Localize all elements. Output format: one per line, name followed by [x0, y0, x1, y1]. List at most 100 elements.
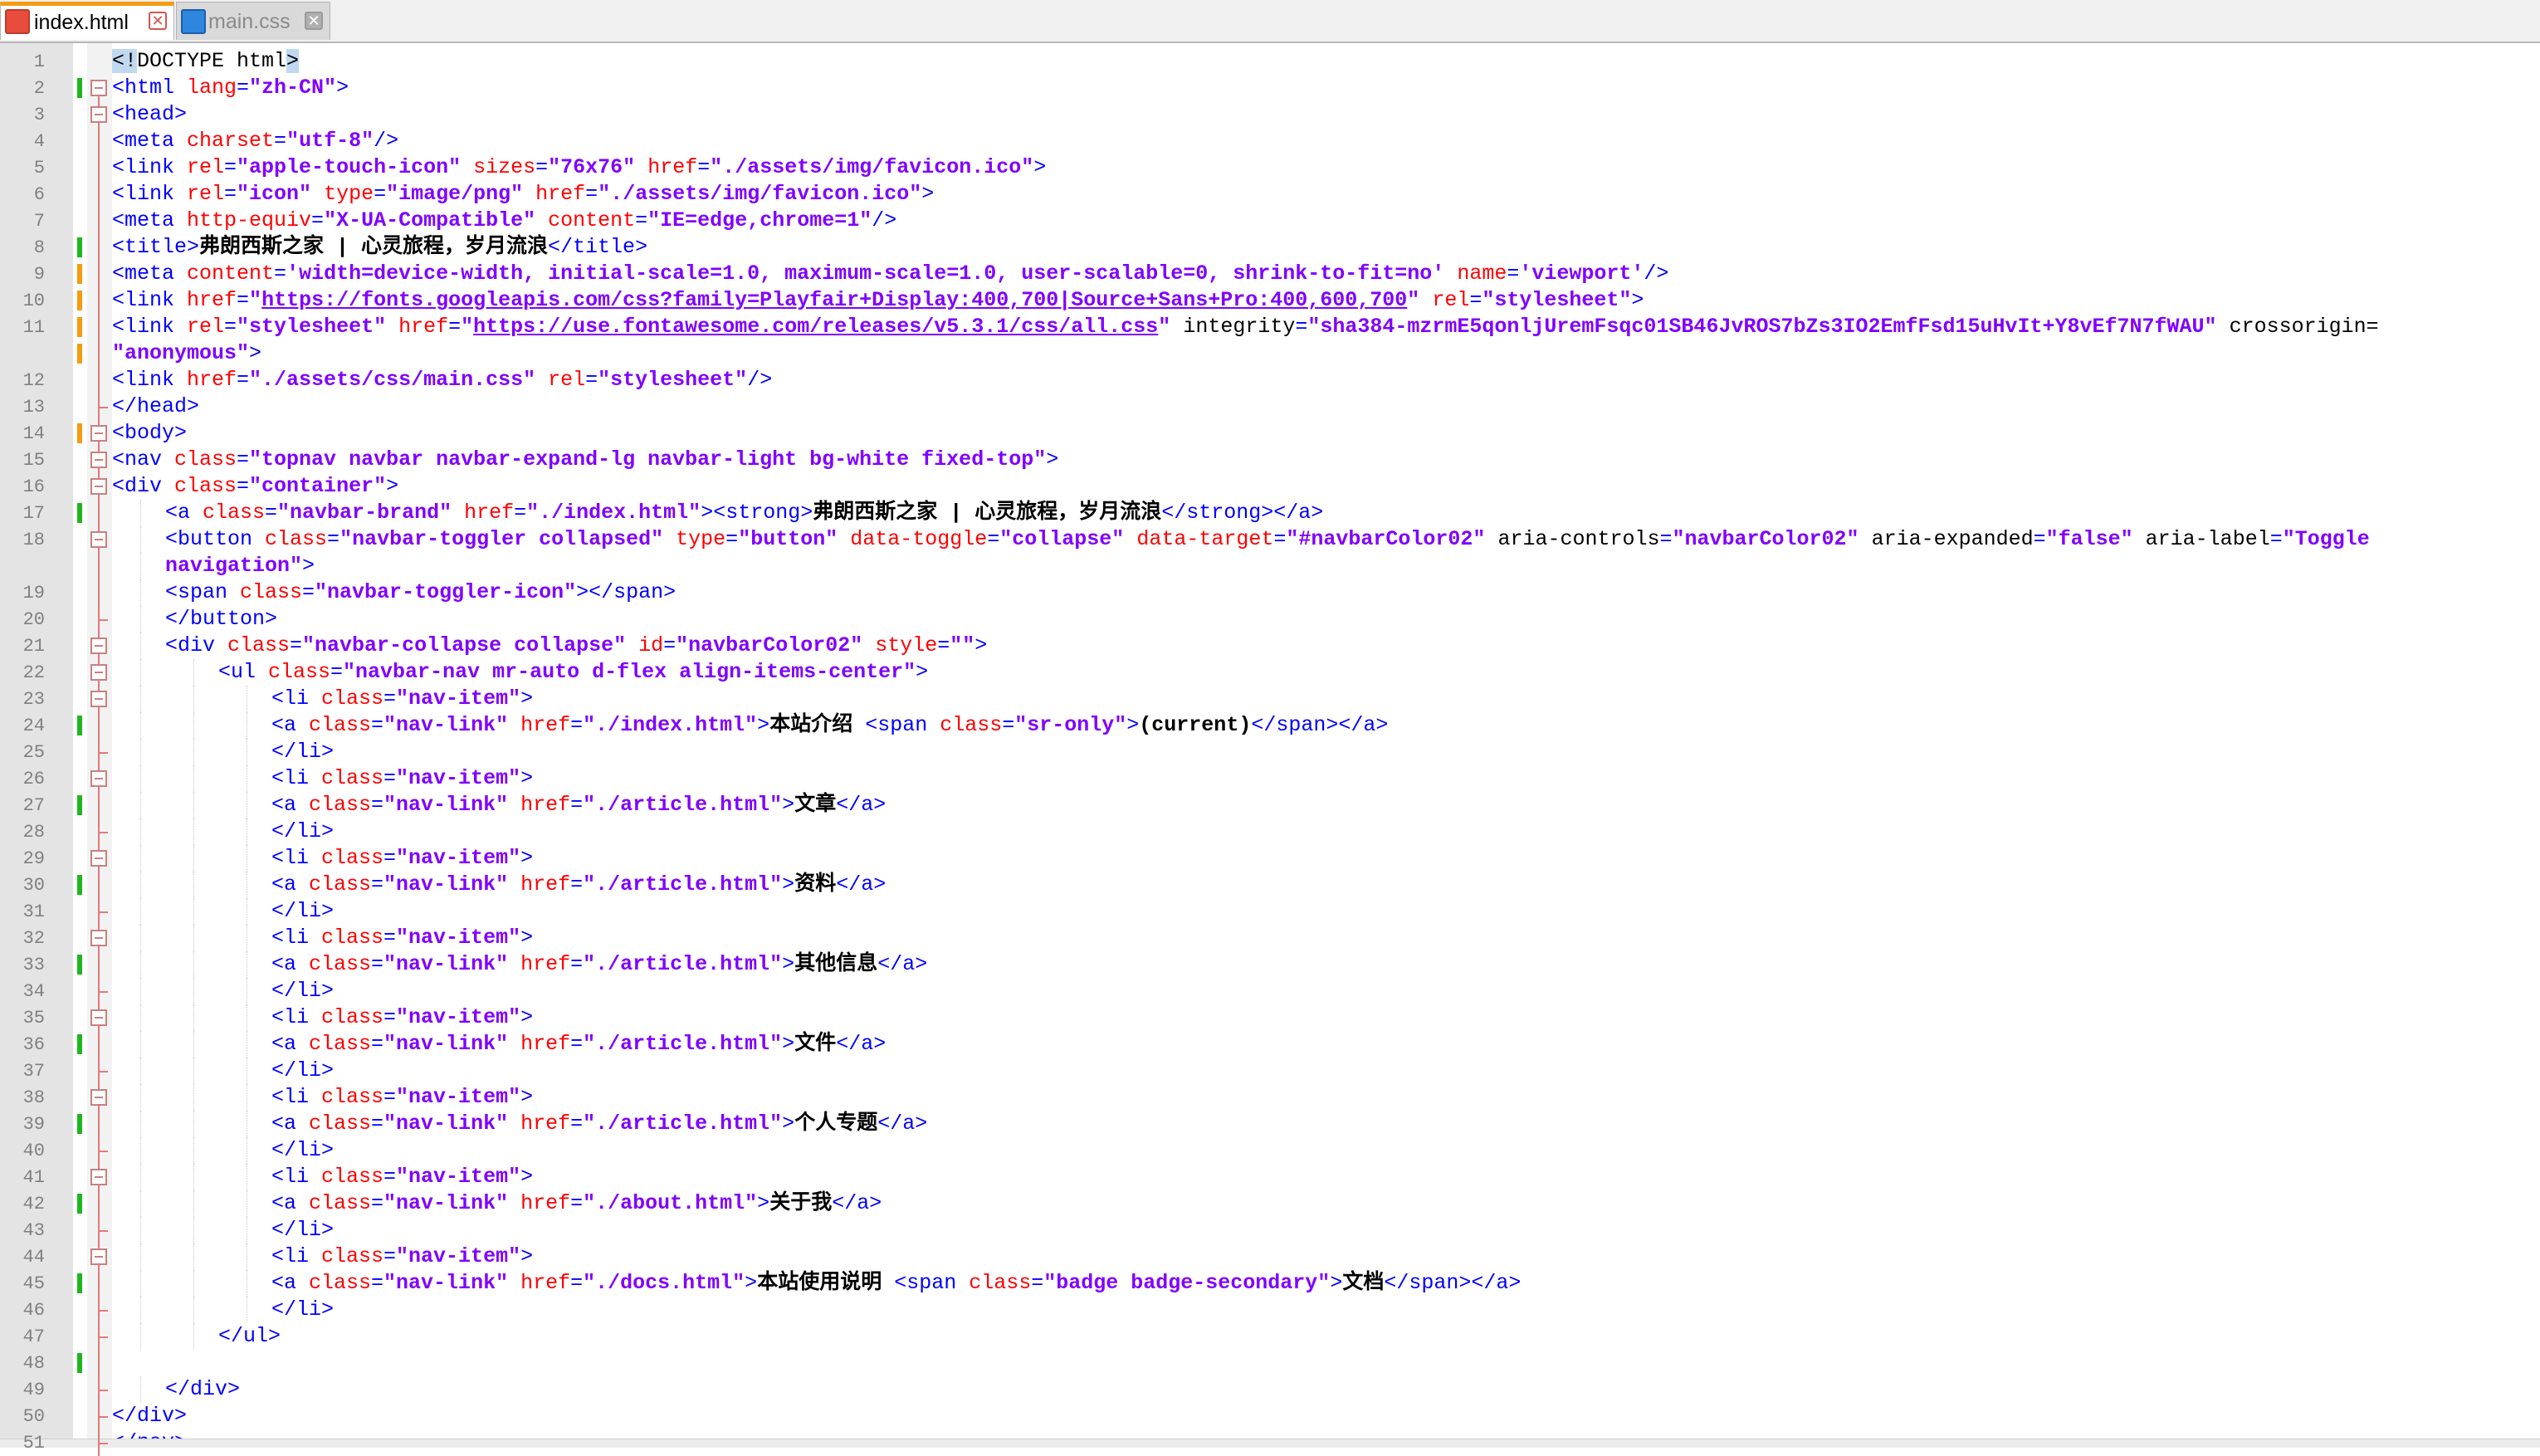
code-line[interactable]: <nav class="topnav navbar navbar-expand-… [112, 447, 2519, 473]
tag-token [508, 1112, 520, 1136]
code-line[interactable]: <span class="navbar-toggler-icon"></span… [112, 579, 2540, 606]
code-line[interactable]: <meta content='width=device-width, initi… [112, 261, 2519, 287]
fold-toggle-icon[interactable] [90, 638, 107, 654]
fold-toggle-icon[interactable] [90, 850, 107, 867]
fold-toggle-icon[interactable] [90, 106, 107, 123]
tag-token: = [1469, 288, 1482, 312]
fold-toggle-icon[interactable] [90, 1169, 107, 1185]
code-line[interactable]: <div class="navbar-collapse collapse" id… [112, 633, 2540, 659]
tab-main-css[interactable]: main.css ✕ [176, 2, 330, 40]
indent-guide [193, 712, 194, 739]
code-line[interactable]: <head> [112, 101, 2519, 128]
attribute-token: href [187, 288, 237, 312]
code-line[interactable]: <li class="nav-item"> [112, 925, 2540, 951]
fold-toggle-icon[interactable] [90, 531, 107, 548]
code-line[interactable]: </ul> [112, 1323, 2540, 1350]
code-editor[interactable]: <!DOCTYPE html> <html lang="zh-CN"> <head>… [0, 43, 2540, 1456]
code-line[interactable]: <div class="container"> [112, 473, 2519, 500]
code-line[interactable]: <meta http-equiv="X-UA-Compatible" conte… [112, 208, 2519, 234]
code-line[interactable]: <a class="navbar-brand" href="./index.ht… [112, 500, 2540, 526]
fold-margin[interactable] [87, 43, 112, 1448]
code-line[interactable]: <a class="nav-link" href="./article.html… [112, 872, 2540, 898]
code-line[interactable]: </li> [112, 1137, 2540, 1164]
url-token[interactable]: https://use.fontawesome.com/releases/v5.… [473, 315, 1158, 339]
code-line[interactable]: </li> [112, 1297, 2540, 1323]
code-line[interactable]: <a class="nav-link" href="./docs.html">本… [112, 1270, 2540, 1297]
code-line[interactable]: </head> [112, 393, 2519, 420]
code-line[interactable]: <title>弗朗西斯之家 | 心灵旅程，岁月流浪</title> [112, 234, 2519, 261]
line-number: 12 [22, 370, 45, 391]
fold-toggle-icon[interactable] [90, 425, 107, 442]
code-line[interactable]: <body> [112, 420, 2519, 447]
code-line[interactable]: <li class="nav-item"> [112, 765, 2540, 792]
code-line[interactable]: <li class="nav-item"> [112, 845, 2540, 872]
code-line[interactable]: <li class="nav-item"> [112, 1084, 2540, 1111]
tab-index-html[interactable]: index.html ✕ [0, 2, 174, 40]
value-token: "./article.html" [583, 872, 783, 897]
line-number: 10 [22, 291, 45, 311]
value-token: "sr-only" [1014, 713, 1127, 737]
fold-toggle-icon[interactable] [90, 1009, 107, 1026]
line-number: 37 [22, 1061, 45, 1082]
fold-toggle-icon[interactable] [90, 452, 107, 468]
fold-toggle-icon[interactable] [90, 478, 107, 495]
code-line[interactable]: </li> [112, 978, 2540, 1004]
fold-toggle-icon[interactable] [90, 80, 107, 96]
tag-token: <title> [112, 235, 200, 259]
code-line[interactable]: <link rel="stylesheet" href="https://use… [112, 314, 2519, 340]
code-line[interactable]: </li> [112, 739, 2540, 765]
code-line[interactable]: <link href="https://fonts.googleapis.com… [112, 287, 2519, 314]
fold-toggle-icon[interactable] [90, 664, 107, 681]
code-line[interactable]: <ul class="navbar-nav mr-auto d-flex ali… [112, 659, 2540, 686]
fold-toggle-icon[interactable] [90, 930, 107, 946]
code-line[interactable]: <link rel="apple-touch-icon" sizes="76x7… [112, 154, 2519, 181]
tag-token: = [2033, 527, 2046, 551]
line-number: 29 [22, 848, 45, 869]
attribute-token: class [174, 447, 237, 471]
fold-line [98, 340, 100, 367]
code-line[interactable]: <a class="nav-link" href="./article.html… [112, 792, 2540, 818]
fold-toggle-icon[interactable] [90, 770, 107, 787]
code-line[interactable]: <html lang="zh-CN"> [112, 75, 2519, 101]
code-line[interactable]: <a class="nav-link" href="./article.html… [112, 951, 2540, 978]
code-line[interactable]: <link href="./assets/css/main.css" rel="… [112, 367, 2519, 393]
code-line[interactable]: <meta charset="utf-8"/> [112, 128, 2519, 154]
fold-toggle-icon[interactable] [90, 691, 107, 707]
plain-token: aria-label [2145, 527, 2270, 551]
code-line[interactable]: <li class="nav-item"> [112, 1164, 2540, 1190]
code-line[interactable]: "anonymous"> [112, 340, 2519, 367]
tag-token: ></span> [576, 580, 677, 604]
code-line[interactable]: <li class="nav-item"> [112, 1004, 2540, 1031]
code-line[interactable]: <a class="nav-link" href="./about.html">… [112, 1190, 2540, 1217]
fold-toggle-icon[interactable] [90, 1089, 107, 1106]
code-line[interactable]: <a class="nav-link" href="./index.html">… [112, 712, 2540, 739]
code-line[interactable]: <link rel="icon" type="image/png" href="… [112, 181, 2519, 208]
code-line[interactable]: </li> [112, 1217, 2540, 1243]
code-line[interactable]: navigation"> [112, 553, 2540, 579]
horizontal-scrollbar[interactable] [0, 1439, 2540, 1448]
fold-toggle-icon[interactable] [90, 1248, 107, 1265]
line-number: 48 [22, 1353, 45, 1374]
code-line[interactable]: </div> [112, 1376, 2540, 1403]
tag-token: = [371, 713, 384, 737]
close-icon[interactable]: ✕ [305, 12, 323, 30]
code-line[interactable]: <!DOCTYPE html> [112, 48, 2519, 75]
close-icon[interactable]: ✕ [149, 12, 167, 30]
code-line[interactable]: <li class="nav-item"> [112, 686, 2540, 712]
line-number: 14 [22, 423, 45, 444]
code-area[interactable]: <!DOCTYPE html> <html lang="zh-CN"> <head>… [112, 43, 2540, 1454]
code-line[interactable]: </li> [112, 898, 2540, 925]
code-line[interactable]: </button> [112, 606, 2540, 633]
code-line[interactable]: </li> [112, 818, 2540, 845]
url-token[interactable]: https://fonts.googleapis.com/css?family=… [261, 288, 1407, 312]
fold-line [98, 101, 100, 106]
code-line[interactable]: <a class="nav-link" href="./article.html… [112, 1111, 2540, 1137]
change-marker [77, 1034, 82, 1054]
code-line[interactable]: </li> [112, 1058, 2540, 1084]
tag-token: = [585, 368, 598, 392]
code-line[interactable]: <button class="navbar-toggler collapsed"… [112, 526, 2540, 553]
code-line[interactable]: <a class="nav-link" href="./article.html… [112, 1031, 2540, 1058]
code-line[interactable]: <li class="nav-item"> [112, 1243, 2540, 1270]
fold-end-marker [98, 752, 108, 754]
code-line[interactable]: </div> [112, 1403, 2519, 1429]
